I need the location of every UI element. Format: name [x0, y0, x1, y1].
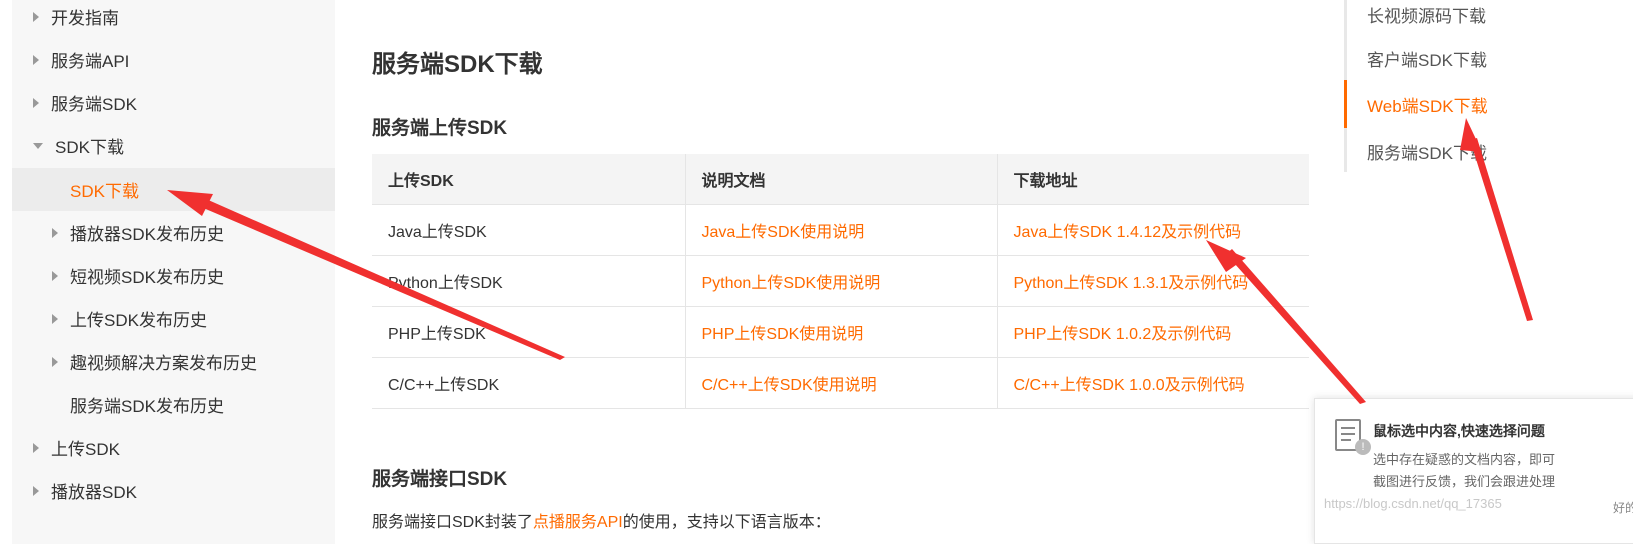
- doc-link[interactable]: C/C++上传SDK使用说明: [702, 377, 877, 394]
- sdk-name: Java上传SDK: [372, 204, 686, 256]
- sidebar-item-sdk-download-page[interactable]: SDK下载: [12, 168, 335, 211]
- popup-text: 截图进行反馈，我们会跟进处理: [1373, 474, 1556, 489]
- sidebar-item-label: 短视频SDK发布历史: [70, 268, 224, 287]
- caret-right-icon: [33, 97, 39, 108]
- popup-text: 选中存在疑惑的文档内容，即可: [1373, 452, 1556, 467]
- download-link[interactable]: Java上传SDK 1.4.12及示例代码: [1014, 224, 1242, 241]
- upload-sdk-table: 上传SDK 说明文档 下载地址 Java上传SDK Java上传SDK使用说明 …: [372, 154, 1309, 409]
- column-header: 下载地址: [997, 154, 1309, 205]
- sidebar-item-label: 播放器SDK: [51, 483, 137, 502]
- table-of-contents: 长视频源码下载 客户端SDK下载 Web端SDK下载 服务端SDK下载: [1344, 0, 1564, 172]
- toc-item-web-sdk[interactable]: Web端SDK下载: [1367, 92, 1488, 117]
- sidebar-item-dev-guide[interactable]: 开发指南: [12, 0, 335, 38]
- column-header: 说明文档: [685, 154, 998, 205]
- sidebar-item-label: 上传SDK: [51, 440, 120, 459]
- sdk-name: C/C++上传SDK: [372, 357, 686, 409]
- sidebar-item-sdk-download[interactable]: SDK下载: [12, 124, 335, 167]
- sidebar-item-server-sdk-history[interactable]: 服务端SDK发布历史: [12, 383, 335, 426]
- table-row: Java上传SDK Java上传SDK使用说明 Java上传SDK 1.4.12…: [372, 204, 1309, 256]
- upload-section-title: 服务端上传SDK: [372, 118, 508, 139]
- doc-link[interactable]: Python上传SDK使用说明: [702, 275, 881, 292]
- caret-right-icon: [33, 485, 39, 496]
- sidebar: 开发指南 服务端API 服务端SDK SDK下载 SDK下载 播放器SDK发布历…: [12, 0, 335, 544]
- toc-active-marker: [1344, 80, 1347, 128]
- caret-right-icon: [52, 227, 58, 238]
- sidebar-item-label: 趣视频解决方案发布历史: [70, 354, 257, 373]
- download-link[interactable]: Python上传SDK 1.3.1及示例代码: [1014, 275, 1249, 292]
- sidebar-item-label: 服务端API: [51, 52, 130, 71]
- sidebar-item-label: SDK下载: [70, 182, 139, 201]
- toc-item-long-video-source[interactable]: 长视频源码下载: [1367, 2, 1486, 27]
- popup-title: 鼠标选中内容,快速选择问题: [1373, 423, 1545, 439]
- caret-right-icon: [52, 356, 58, 367]
- doc-link[interactable]: PHP上传SDK使用说明: [702, 326, 864, 343]
- table-header-row: 上传SDK 说明文档 下载地址: [372, 154, 1309, 205]
- caret-right-icon: [33, 54, 39, 65]
- toc-item-server-sdk[interactable]: 服务端SDK下载: [1367, 139, 1487, 164]
- table-row: C/C++上传SDK C/C++上传SDK使用说明 C/C++上传SDK 1.0…: [372, 357, 1309, 409]
- caret-right-icon: [52, 270, 58, 281]
- sidebar-item-server-api[interactable]: 服务端API: [12, 38, 335, 81]
- document-feedback-icon: !: [1335, 419, 1371, 455]
- intro-text: 的使用，支持以下语言版本：: [622, 514, 831, 531]
- sidebar-item-upload-sdk-history[interactable]: 上传SDK发布历史: [12, 297, 335, 340]
- api-section-title: 服务端接口SDK: [372, 469, 508, 490]
- popup-ok-button[interactable]: 好的: [1613, 499, 1633, 516]
- download-link[interactable]: C/C++上传SDK 1.0.0及示例代码: [1014, 377, 1245, 394]
- caret-right-icon: [33, 11, 39, 22]
- caret-right-icon: [33, 442, 39, 453]
- sidebar-item-upload-sdk[interactable]: 上传SDK: [12, 426, 335, 469]
- sidebar-item-label: 播放器SDK发布历史: [70, 225, 224, 244]
- caret-down-icon: [33, 142, 43, 149]
- api-section-intro: 服务端接口SDK封装了点播服务API的使用，支持以下语言版本：: [372, 508, 831, 532]
- sidebar-item-player-sdk-history[interactable]: 播放器SDK发布历史: [12, 211, 335, 254]
- caret-right-icon: [52, 313, 58, 324]
- feedback-popup: ! 鼠标选中内容,快速选择问题 选中存在疑惑的文档内容，即可 截图进行反馈，我们…: [1314, 398, 1633, 544]
- table-row: Python上传SDK Python上传SDK使用说明 Python上传SDK …: [372, 255, 1309, 307]
- table-row: PHP上传SDK PHP上传SDK使用说明 PHP上传SDK 1.0.2及示例代…: [372, 306, 1309, 358]
- column-header: 上传SDK: [372, 154, 686, 205]
- page-title: 服务端SDK下载: [372, 51, 543, 78]
- intro-text: 服务端接口SDK封装了: [372, 514, 533, 531]
- sidebar-item-qu-video-history[interactable]: 趣视频解决方案发布历史: [12, 340, 335, 383]
- sidebar-item-short-video-sdk-history[interactable]: 短视频SDK发布历史: [12, 254, 335, 297]
- sidebar-item-server-sdk[interactable]: 服务端SDK: [12, 81, 335, 124]
- toc-item-client-sdk[interactable]: 客户端SDK下载: [1367, 46, 1487, 71]
- api-link[interactable]: 点播服务API: [533, 514, 623, 531]
- sidebar-item-label: 开发指南: [51, 9, 119, 28]
- sidebar-item-label: 服务端SDK发布历史: [70, 397, 224, 416]
- sidebar-item-player-sdk[interactable]: 播放器SDK: [12, 469, 335, 512]
- sidebar-item-label: SDK下载: [55, 138, 124, 157]
- download-link[interactable]: PHP上传SDK 1.0.2及示例代码: [1014, 326, 1232, 343]
- doc-link[interactable]: Java上传SDK使用说明: [702, 224, 865, 241]
- sidebar-item-label: 服务端SDK: [51, 95, 137, 114]
- sdk-name: PHP上传SDK: [372, 306, 686, 358]
- watermark: https://blog.csdn.net/qq_17365: [1324, 496, 1502, 511]
- sidebar-item-label: 上传SDK发布历史: [70, 311, 207, 330]
- info-icon: !: [1355, 439, 1371, 455]
- sdk-name: Python上传SDK: [372, 255, 686, 307]
